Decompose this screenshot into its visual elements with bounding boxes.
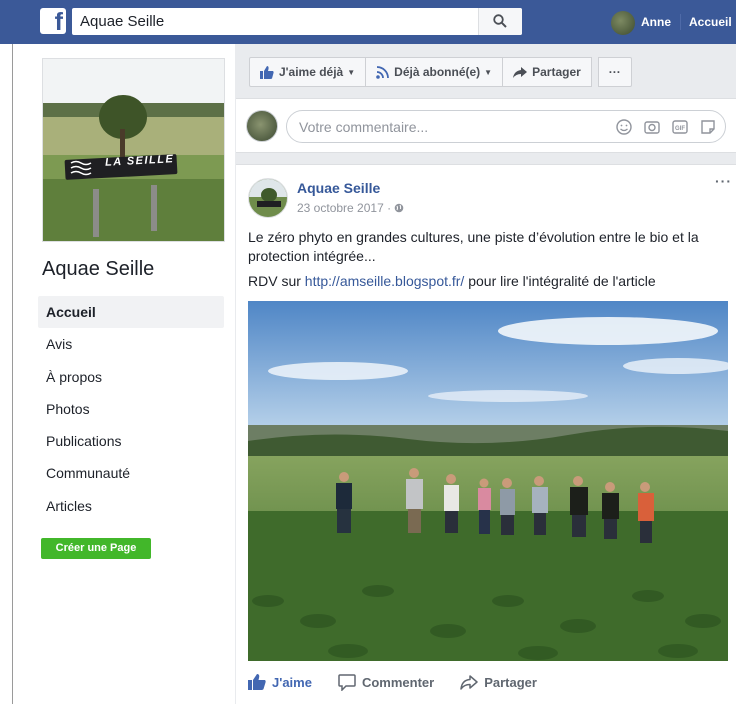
post-rdv-line: RDV sur http://amseille.blogspot.fr/ pou… <box>248 273 656 289</box>
emoji-icon[interactable] <box>615 118 633 136</box>
frame-border <box>12 44 13 704</box>
share-arrow-icon <box>513 66 528 78</box>
nav-item-communaute[interactable]: Communauté <box>38 457 224 489</box>
gif-icon[interactable]: GIF <box>671 118 689 136</box>
share-page-button[interactable]: Partager <box>503 57 592 87</box>
page-cover-photo[interactable]: LA SEILLE <box>42 58 225 242</box>
post-author-avatar[interactable] <box>248 178 288 218</box>
page-navigation: Accueil Avis À propos Photos Publication… <box>38 296 224 522</box>
search-input[interactable]: Aquae Seille <box>80 13 164 30</box>
follow-page-label: Déjà abonné(e) <box>394 65 481 79</box>
top-navigation-bar: f Aquae Seille Anne Accueil <box>0 0 736 44</box>
globe-icon <box>395 203 404 213</box>
post-action-bar: J'aime Commenter Partager <box>248 670 563 694</box>
post-text: Le zéro phyto en grandes cultures, une p… <box>248 229 699 264</box>
like-page-label: J'aime déjà <box>279 65 344 79</box>
nav-item-accueil[interactable]: Accueil <box>38 296 224 329</box>
nav-item-publications[interactable]: Publications <box>38 425 224 457</box>
post-like-button[interactable]: J'aime <box>248 674 312 690</box>
nav-item-a-propos[interactable]: À propos <box>38 361 224 393</box>
follow-page-button[interactable]: Déjà abonné(e) ▼ <box>366 57 504 87</box>
user-avatar[interactable] <box>611 11 635 35</box>
comment-bubble-icon <box>338 673 356 691</box>
divider <box>680 14 681 30</box>
share-arrow-icon <box>460 674 478 690</box>
more-dots-icon: ··· <box>608 65 621 79</box>
search-field[interactable]: Aquae Seille <box>72 8 522 35</box>
cover-image <box>43 59 224 241</box>
post-photo[interactable] <box>248 301 728 661</box>
post-comment-label: Commenter <box>361 674 435 690</box>
rdv-suffix: pour lire l'intégralité de l'article <box>464 273 656 289</box>
sticker-icon[interactable] <box>699 118 717 136</box>
search-button[interactable] <box>478 8 522 35</box>
facebook-logo-icon[interactable]: f <box>40 8 66 34</box>
composer-avatar <box>246 110 278 142</box>
post-card: Aquae Seille 23 octobre 2017 · ··· Le zé… <box>236 164 736 704</box>
comment-placeholder: Votre commentaire... <box>299 119 429 135</box>
user-name-link[interactable]: Anne <box>641 15 671 29</box>
caret-down-icon: ▼ <box>347 67 356 77</box>
post-link[interactable]: http://amseille.blogspot.fr/ <box>305 273 465 289</box>
rdv-prefix: RDV sur <box>248 273 305 289</box>
post-timestamp[interactable]: 23 octobre 2017 · <box>297 201 404 215</box>
comment-input[interactable]: Votre commentaire... GIF <box>286 110 726 143</box>
search-icon <box>493 14 507 28</box>
create-page-button[interactable]: Créer une Page <box>41 538 151 559</box>
nav-item-avis[interactable]: Avis <box>38 328 224 360</box>
thumbs-up-icon <box>260 65 274 79</box>
rss-icon <box>376 65 390 79</box>
more-options-button[interactable]: ··· <box>597 57 632 87</box>
like-page-button[interactable]: J'aime déjà ▼ <box>249 57 367 87</box>
post-date-text: 23 octobre 2017 · <box>297 201 395 215</box>
nav-item-photos[interactable]: Photos <box>38 393 224 425</box>
caret-down-icon: ▼ <box>484 67 493 77</box>
thumbs-up-icon <box>248 674 266 690</box>
nav-item-articles[interactable]: Articles <box>38 490 224 522</box>
svg-text:GIF: GIF <box>675 126 685 132</box>
home-link[interactable]: Accueil <box>689 15 732 29</box>
post-share-label: Partager <box>484 674 537 690</box>
post-author-name[interactable]: Aquae Seille <box>297 180 380 196</box>
camera-icon[interactable] <box>643 118 661 136</box>
post-options-button[interactable]: ··· <box>715 173 732 189</box>
field-group-photo <box>248 301 728 661</box>
page-title[interactable]: Aquae Seille <box>42 258 154 281</box>
post-like-label: J'aime <box>272 674 312 690</box>
share-page-label: Partager <box>532 65 581 79</box>
page-action-bar: J'aime déjà ▼ Déjà abonné(e) ▼ Partager ··… <box>249 57 632 87</box>
comment-composer: Votre commentaire... GIF <box>236 98 736 153</box>
post-comment-button[interactable]: Commenter <box>338 673 435 691</box>
post-share-button[interactable]: Partager <box>460 675 537 690</box>
